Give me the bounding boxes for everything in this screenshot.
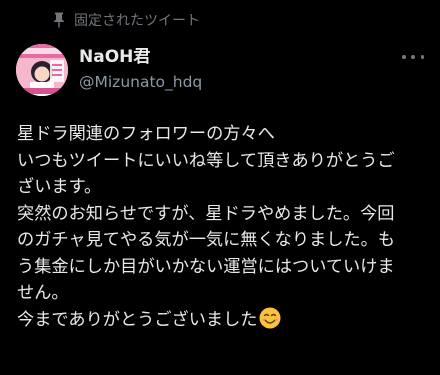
tweet-line-last: 今までありがとうございました [17, 307, 427, 334]
author-block[interactable]: NaOH君 @Mizunato_hdq [79, 46, 202, 93]
avatar-icon [16, 44, 68, 96]
more-options-button[interactable] [402, 52, 424, 62]
tweet-line: ざいます。 [17, 177, 102, 197]
tweet-text: 星ドラ関連のフォロワーの方々へ いつもツイートにいいね等して頂きありがとうご ざ… [17, 121, 427, 333]
tweet-line: 星ドラ関連のフォロワーの方々へ [17, 124, 275, 144]
tweet-line: 突然のお知らせですが、星ドラやめました。今回 [17, 203, 395, 224]
author-display-name[interactable]: NaOH君 [79, 46, 202, 68]
tweet-line: 今までありがとうございました [17, 309, 258, 330]
tweet-card[interactable]: 固定されたツイート NaOH君 @Mizunato_hdq 星ドラ関連のフォロワ… [0, 0, 440, 375]
pinned-indicator: 固定されたツイート [52, 9, 200, 31]
pin-icon [53, 12, 65, 28]
more-horizontal-icon-dot-1 [402, 55, 406, 59]
tweet-line: せん。 [17, 283, 69, 303]
more-horizontal-icon-dot-3 [420, 55, 424, 59]
more-horizontal-icon-dot-2 [411, 55, 415, 59]
smiling-face-emoji [259, 307, 281, 328]
avatar[interactable] [16, 44, 68, 96]
tweet-line: のガチャ見てやる気が一気に無くなりました。も [17, 230, 395, 250]
tweet-line: いつもツイートにいいね等して頂きありがとうご [17, 150, 395, 171]
author-handle[interactable]: @Mizunato_hdq [79, 71, 202, 93]
tweet-line: う集金にしか目がいかない運営にはついていけま [17, 256, 395, 277]
pinned-label: 固定されたツイート [74, 13, 200, 29]
